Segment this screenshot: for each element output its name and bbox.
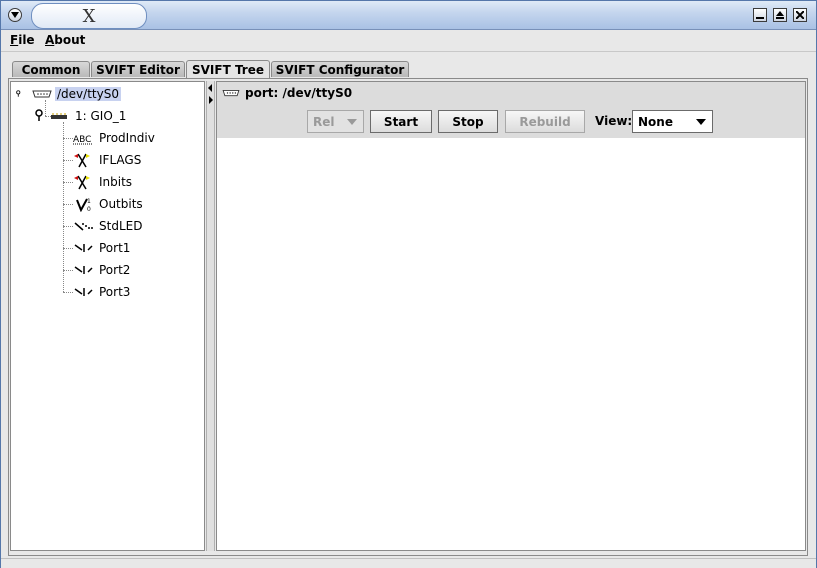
tree-node-inbits[interactable]: Inbits <box>73 173 134 191</box>
chevron-down-icon <box>696 119 706 125</box>
tab-svift-editor[interactable]: SVIFT Editor <box>91 61 185 77</box>
device-tree[interactable]: /dev/ttyS0 1: GIO_1 ABC ProdIndiv IFLAGS… <box>10 81 205 551</box>
chevron-down-icon <box>347 119 357 125</box>
tree-node-prodindiv[interactable]: ABC ProdIndiv <box>73 129 157 147</box>
maximize-icon <box>776 11 784 19</box>
chevron-down-icon <box>11 12 19 18</box>
expand-handle-icon[interactable] <box>33 108 45 124</box>
tab-svift-tree[interactable]: SVIFT Tree <box>186 60 270 78</box>
tree-node-port3[interactable]: Port3 <box>73 283 132 301</box>
tree-node-port1[interactable]: Port1 <box>73 239 132 257</box>
tree-node-label: /dev/ttyS0 <box>55 87 121 101</box>
tree-connector <box>63 160 73 161</box>
minimize-icon <box>756 17 764 19</box>
detail-toolbar: port: /dev/ttyS0 Rel Start Stop Rebuild … <box>217 82 805 138</box>
split-arrows-icon[interactable] <box>207 83 214 107</box>
menu-about[interactable]: About <box>45 33 85 47</box>
stop-button[interactable]: Stop <box>438 110 498 133</box>
svg-text:0: 0 <box>87 206 91 212</box>
tree-node-root[interactable]: /dev/ttyS0 <box>15 85 121 103</box>
tree-node-stdled[interactable]: StdLED <box>73 217 144 235</box>
led-icon <box>74 222 93 231</box>
tab-svift-configurator[interactable]: SVIFT Configurator <box>271 61 409 77</box>
port-header: port: /dev/ttyS0 <box>221 86 352 100</box>
app-window: X File About Common SVIFT Editor SVIFT T… <box>0 0 817 568</box>
tree-connector <box>63 248 73 249</box>
close-icon <box>796 11 804 19</box>
window-menu-button[interactable] <box>8 8 22 22</box>
tab-common[interactable]: Common <box>12 61 90 77</box>
menu-bar: File About <box>1 30 816 52</box>
tree-connector <box>63 226 73 227</box>
close-button[interactable] <box>793 8 807 22</box>
switch-icon <box>74 244 93 252</box>
flags-icon <box>74 153 90 168</box>
mode-select[interactable]: Rel <box>307 110 364 133</box>
view-select[interactable]: None <box>632 110 713 133</box>
minimize-button[interactable] <box>753 8 767 22</box>
detail-pane: port: /dev/ttyS0 Rel Start Stop Rebuild … <box>216 81 806 551</box>
split-divider[interactable] <box>206 81 215 551</box>
flags-icon <box>74 175 90 190</box>
rebuild-button[interactable]: Rebuild <box>505 110 585 133</box>
tree-connector <box>63 270 73 271</box>
view-label: View: <box>595 114 633 128</box>
tab-strip: Common SVIFT Editor SVIFT Tree SVIFT Con… <box>1 57 816 79</box>
start-button[interactable]: Start <box>370 110 432 133</box>
tree-connector <box>63 292 73 293</box>
tree-connector <box>63 182 73 183</box>
device-icon <box>51 113 67 119</box>
tree-connector <box>63 204 73 205</box>
menu-file[interactable]: File <box>10 33 35 47</box>
expand-handle-icon[interactable] <box>15 86 27 102</box>
switch-icon <box>74 288 93 296</box>
abc-text-icon: ABC <box>73 135 93 145</box>
tree-node-label: 1: GIO_1 <box>75 109 127 123</box>
outbits-icon: 10 <box>76 198 91 212</box>
serial-port-icon <box>32 90 52 98</box>
tree-node-port2[interactable]: Port2 <box>73 261 132 279</box>
tree-node-device[interactable]: 1: GIO_1 <box>33 107 128 125</box>
title-bar[interactable]: X <box>1 1 816 30</box>
tree-node-iflags[interactable]: IFLAGS <box>73 151 143 169</box>
tree-node-outbits[interactable]: 10 Outbits <box>73 195 145 213</box>
tree-connector <box>63 122 64 292</box>
switch-icon <box>74 266 93 274</box>
status-strip <box>1 558 816 568</box>
port-label: port: /dev/ttyS0 <box>245 86 353 100</box>
tree-connector <box>63 138 73 139</box>
maximize-button[interactable] <box>773 8 787 22</box>
serial-port-icon <box>222 89 240 97</box>
window-title: X <box>31 3 147 29</box>
svg-text:1: 1 <box>87 198 91 205</box>
